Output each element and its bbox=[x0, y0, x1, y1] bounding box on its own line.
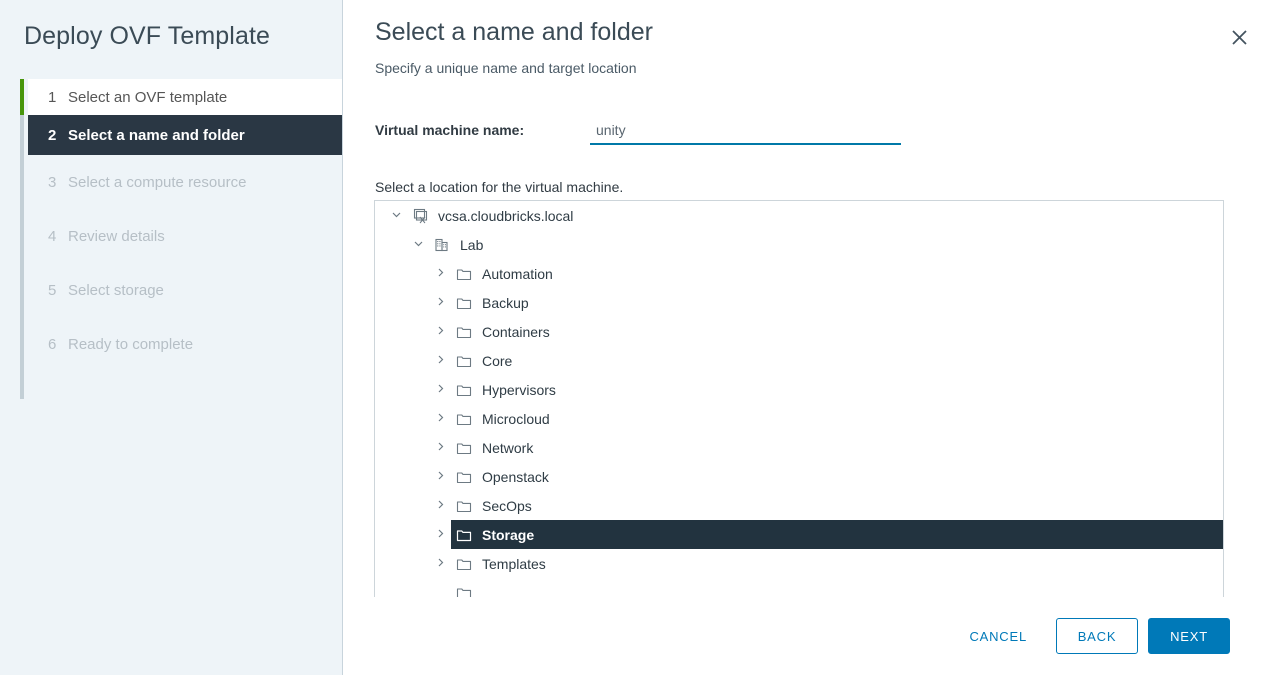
tree-row[interactable]: Core bbox=[375, 346, 1223, 375]
deploy-ovf-wizard: Deploy OVF Template 1 Select an OVF temp… bbox=[0, 0, 1266, 675]
step-track bbox=[20, 79, 24, 399]
vm-name-row: Virtual machine name: bbox=[375, 120, 901, 145]
step-track-completed bbox=[20, 79, 24, 115]
close-icon[interactable] bbox=[1226, 24, 1252, 50]
tree-row[interactable]: Containers bbox=[375, 317, 1223, 346]
page-subtitle: Specify a unique name and target locatio… bbox=[375, 60, 637, 76]
sidebar-step-6[interactable]: 6 Ready to complete bbox=[28, 317, 342, 371]
wizard-step-list: 1 Select an OVF template 2 Select a name… bbox=[0, 79, 342, 399]
tree-row-label: Containers bbox=[482, 323, 550, 340]
sidebar-step-3-label: Select a compute resource bbox=[68, 173, 247, 191]
sidebar-step-4[interactable]: 4 Review details bbox=[28, 209, 342, 263]
wizard-title: Deploy OVF Template bbox=[24, 22, 270, 50]
tree-row-label: Microcloud bbox=[482, 410, 550, 427]
sidebar-step-2[interactable]: 2 Select a name and folder bbox=[28, 115, 342, 155]
folder-icon bbox=[452, 469, 476, 485]
sidebar-step-1-number: 1 bbox=[48, 88, 57, 106]
tree-row-label: Lab bbox=[460, 236, 484, 253]
folder-icon bbox=[452, 411, 476, 427]
sidebar-step-5[interactable]: 5 Select storage bbox=[28, 263, 342, 317]
folder-icon bbox=[452, 324, 476, 340]
tree-row[interactable]: Openstack bbox=[375, 462, 1223, 491]
tree-row[interactable]: Templates bbox=[375, 549, 1223, 578]
tree-row-label: Openstack bbox=[482, 468, 549, 485]
chevron-right-icon[interactable] bbox=[429, 499, 451, 513]
sidebar-step-6-number: 6 bbox=[48, 335, 57, 353]
page-title: Select a name and folder bbox=[375, 18, 653, 46]
wizard-main-panel: Select a name and folder Specify a uniqu… bbox=[343, 0, 1266, 675]
folder-icon bbox=[452, 498, 476, 514]
tree-row-selected[interactable]: Storage bbox=[375, 520, 1223, 549]
tree-row-partial[interactable] bbox=[375, 578, 1223, 597]
sidebar-step-1[interactable]: 1 Select an OVF template bbox=[28, 79, 342, 115]
tree-row[interactable]: Automation bbox=[375, 259, 1223, 288]
tree-row-label: vcsa.cloudbricks.local bbox=[438, 207, 574, 224]
tree-row[interactable]: vcsa.cloudbricks.local bbox=[375, 201, 1223, 230]
chevron-right-icon[interactable] bbox=[429, 412, 451, 426]
next-button[interactable]: NEXT bbox=[1148, 618, 1230, 654]
tree-row-label: Backup bbox=[482, 294, 529, 311]
folder-icon bbox=[452, 556, 476, 572]
back-button[interactable]: BACK bbox=[1056, 618, 1138, 654]
tree-row[interactable]: Lab bbox=[375, 230, 1223, 259]
chevron-right-icon[interactable] bbox=[429, 441, 451, 455]
sidebar-step-3-number: 3 bbox=[48, 173, 57, 191]
vcenter-icon bbox=[408, 208, 432, 224]
sidebar-step-3[interactable]: 3 Select a compute resource bbox=[28, 155, 342, 209]
folder-icon bbox=[452, 585, 476, 597]
tree-row-label: SecOps bbox=[482, 497, 532, 514]
tree-row-label: Storage bbox=[482, 526, 535, 543]
chevron-right-icon[interactable] bbox=[429, 296, 451, 310]
tree-row-label: Network bbox=[482, 439, 534, 456]
chevron-down-icon[interactable] bbox=[407, 238, 429, 252]
datacenter-icon bbox=[430, 237, 454, 253]
folder-tree[interactable]: vcsa.cloudbricks.local Lab Automation Ba… bbox=[374, 200, 1224, 597]
sidebar-step-2-number: 2 bbox=[48, 126, 57, 144]
chevron-right-icon[interactable] bbox=[429, 325, 451, 339]
vm-name-input[interactable] bbox=[590, 120, 901, 145]
sidebar-step-5-label: Select storage bbox=[68, 281, 164, 299]
chevron-right-icon[interactable] bbox=[429, 267, 451, 281]
tree-row[interactable]: SecOps bbox=[375, 491, 1223, 520]
sidebar-step-6-label: Ready to complete bbox=[68, 335, 194, 353]
tree-row-label: Templates bbox=[482, 555, 546, 572]
sidebar-step-4-number: 4 bbox=[48, 227, 57, 245]
tree-row[interactable]: Network bbox=[375, 433, 1223, 462]
tree-row-label: Hypervisors bbox=[482, 381, 556, 398]
vm-name-label: Virtual machine name: bbox=[375, 122, 525, 138]
sidebar-step-1-label: Select an OVF template bbox=[68, 88, 228, 106]
sidebar-step-5-number: 5 bbox=[48, 281, 57, 299]
sidebar-step-2-label: Select a name and folder bbox=[68, 126, 245, 144]
wizard-footer: CANCEL BACK NEXT bbox=[343, 597, 1266, 675]
chevron-right-icon[interactable] bbox=[429, 470, 451, 484]
chevron-right-icon[interactable] bbox=[429, 528, 451, 542]
folder-icon bbox=[452, 295, 476, 311]
tree-row-label: Automation bbox=[482, 265, 553, 282]
chevron-down-icon[interactable] bbox=[385, 209, 407, 223]
folder-icon bbox=[452, 440, 476, 456]
wizard-sidebar: Deploy OVF Template 1 Select an OVF temp… bbox=[0, 0, 343, 675]
tree-row[interactable]: Hypervisors bbox=[375, 375, 1223, 404]
tree-row-label: Core bbox=[482, 352, 513, 369]
sidebar-step-4-label: Review details bbox=[68, 227, 165, 245]
folder-icon bbox=[452, 382, 476, 398]
folder-icon bbox=[452, 266, 476, 282]
cancel-button[interactable]: CANCEL bbox=[950, 618, 1046, 654]
folder-icon bbox=[452, 527, 476, 543]
tree-row[interactable]: Backup bbox=[375, 288, 1223, 317]
chevron-right-icon[interactable] bbox=[429, 383, 451, 397]
chevron-right-icon[interactable] bbox=[429, 354, 451, 368]
tree-row[interactable]: Microcloud bbox=[375, 404, 1223, 433]
folder-icon bbox=[452, 353, 476, 369]
location-instruction: Select a location for the virtual machin… bbox=[375, 179, 624, 195]
chevron-right-icon[interactable] bbox=[429, 557, 451, 571]
